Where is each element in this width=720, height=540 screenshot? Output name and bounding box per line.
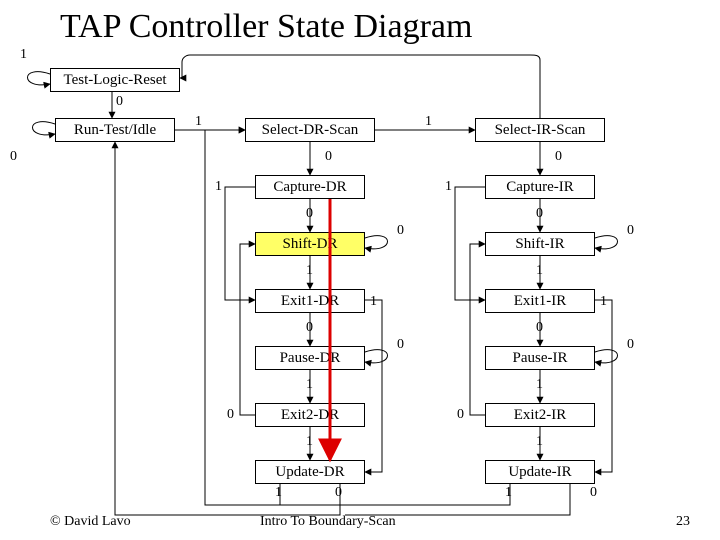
label-cdr-bypass: 1 [215, 180, 222, 194]
label-tlr-self: 1 [20, 48, 27, 62]
label-shdr-self: 0 [397, 224, 404, 238]
state-tlr: Test-Logic-Reset [50, 68, 180, 92]
label-udr-sdr: 1 [275, 486, 282, 500]
state-sir: Select-IR-Scan [475, 118, 605, 142]
state-pdr: Pause-DR [255, 346, 365, 370]
label-e1ir-pir: 0 [536, 321, 543, 335]
state-e1ir: Exit1-IR [485, 289, 595, 313]
label-shir-self: 0 [627, 224, 634, 238]
label-pdr-e2dr: 1 [306, 378, 313, 392]
state-e2dr: Exit2-DR [255, 403, 365, 427]
label-sdr-sir: 1 [425, 115, 432, 129]
label-pdr-self: 0 [397, 338, 404, 352]
label-e2dr-shdr: 0 [227, 408, 234, 422]
label-e1dr-pdr: 0 [306, 321, 313, 335]
label-e1ir-uir: 1 [600, 295, 607, 309]
label-rti-self: 0 [10, 150, 17, 164]
label-cdr-shdr: 0 [306, 207, 313, 221]
footer-title: Intro To Boundary-Scan [260, 514, 396, 530]
state-pir: Pause-IR [485, 346, 595, 370]
label-e2dr-udr: 1 [306, 435, 313, 449]
label-e2ir-shir: 0 [457, 408, 464, 422]
state-sdr: Select-DR-Scan [245, 118, 375, 142]
label-tlr-rti: 0 [116, 95, 123, 109]
label-uir-sdr: 1 [505, 486, 512, 500]
state-shdr: Shift-DR [255, 232, 365, 256]
label-sir-cir: 0 [555, 150, 562, 164]
label-e1dr-udr: 1 [370, 295, 377, 309]
state-e1dr: Exit1-DR [255, 289, 365, 313]
page-title: TAP Controller State Diagram [60, 8, 472, 46]
state-e2ir: Exit2-IR [485, 403, 595, 427]
state-rti: Run-Test/Idle [55, 118, 175, 142]
label-e2ir-uir: 1 [536, 435, 543, 449]
state-cdr: Capture-DR [255, 175, 365, 199]
state-shir: Shift-IR [485, 232, 595, 256]
label-uir-rti: 0 [590, 486, 597, 500]
footer-pagenum: 23 [676, 514, 690, 530]
state-uir: Update-IR [485, 460, 595, 484]
label-cir-bypass: 1 [445, 180, 452, 194]
label-udr-rti: 0 [335, 486, 342, 500]
label-pir-e2ir: 1 [536, 378, 543, 392]
label-pir-self: 0 [627, 338, 634, 352]
label-sdr-cdr: 0 [325, 150, 332, 164]
label-shir-e1ir: 1 [536, 264, 543, 278]
label-shdr-e1dr: 1 [306, 264, 313, 278]
label-cir-shir: 0 [536, 207, 543, 221]
state-udr: Update-DR [255, 460, 365, 484]
footer-copyright: © David Lavo [50, 514, 131, 530]
state-cir: Capture-IR [485, 175, 595, 199]
label-rti-sdr: 1 [195, 115, 202, 129]
